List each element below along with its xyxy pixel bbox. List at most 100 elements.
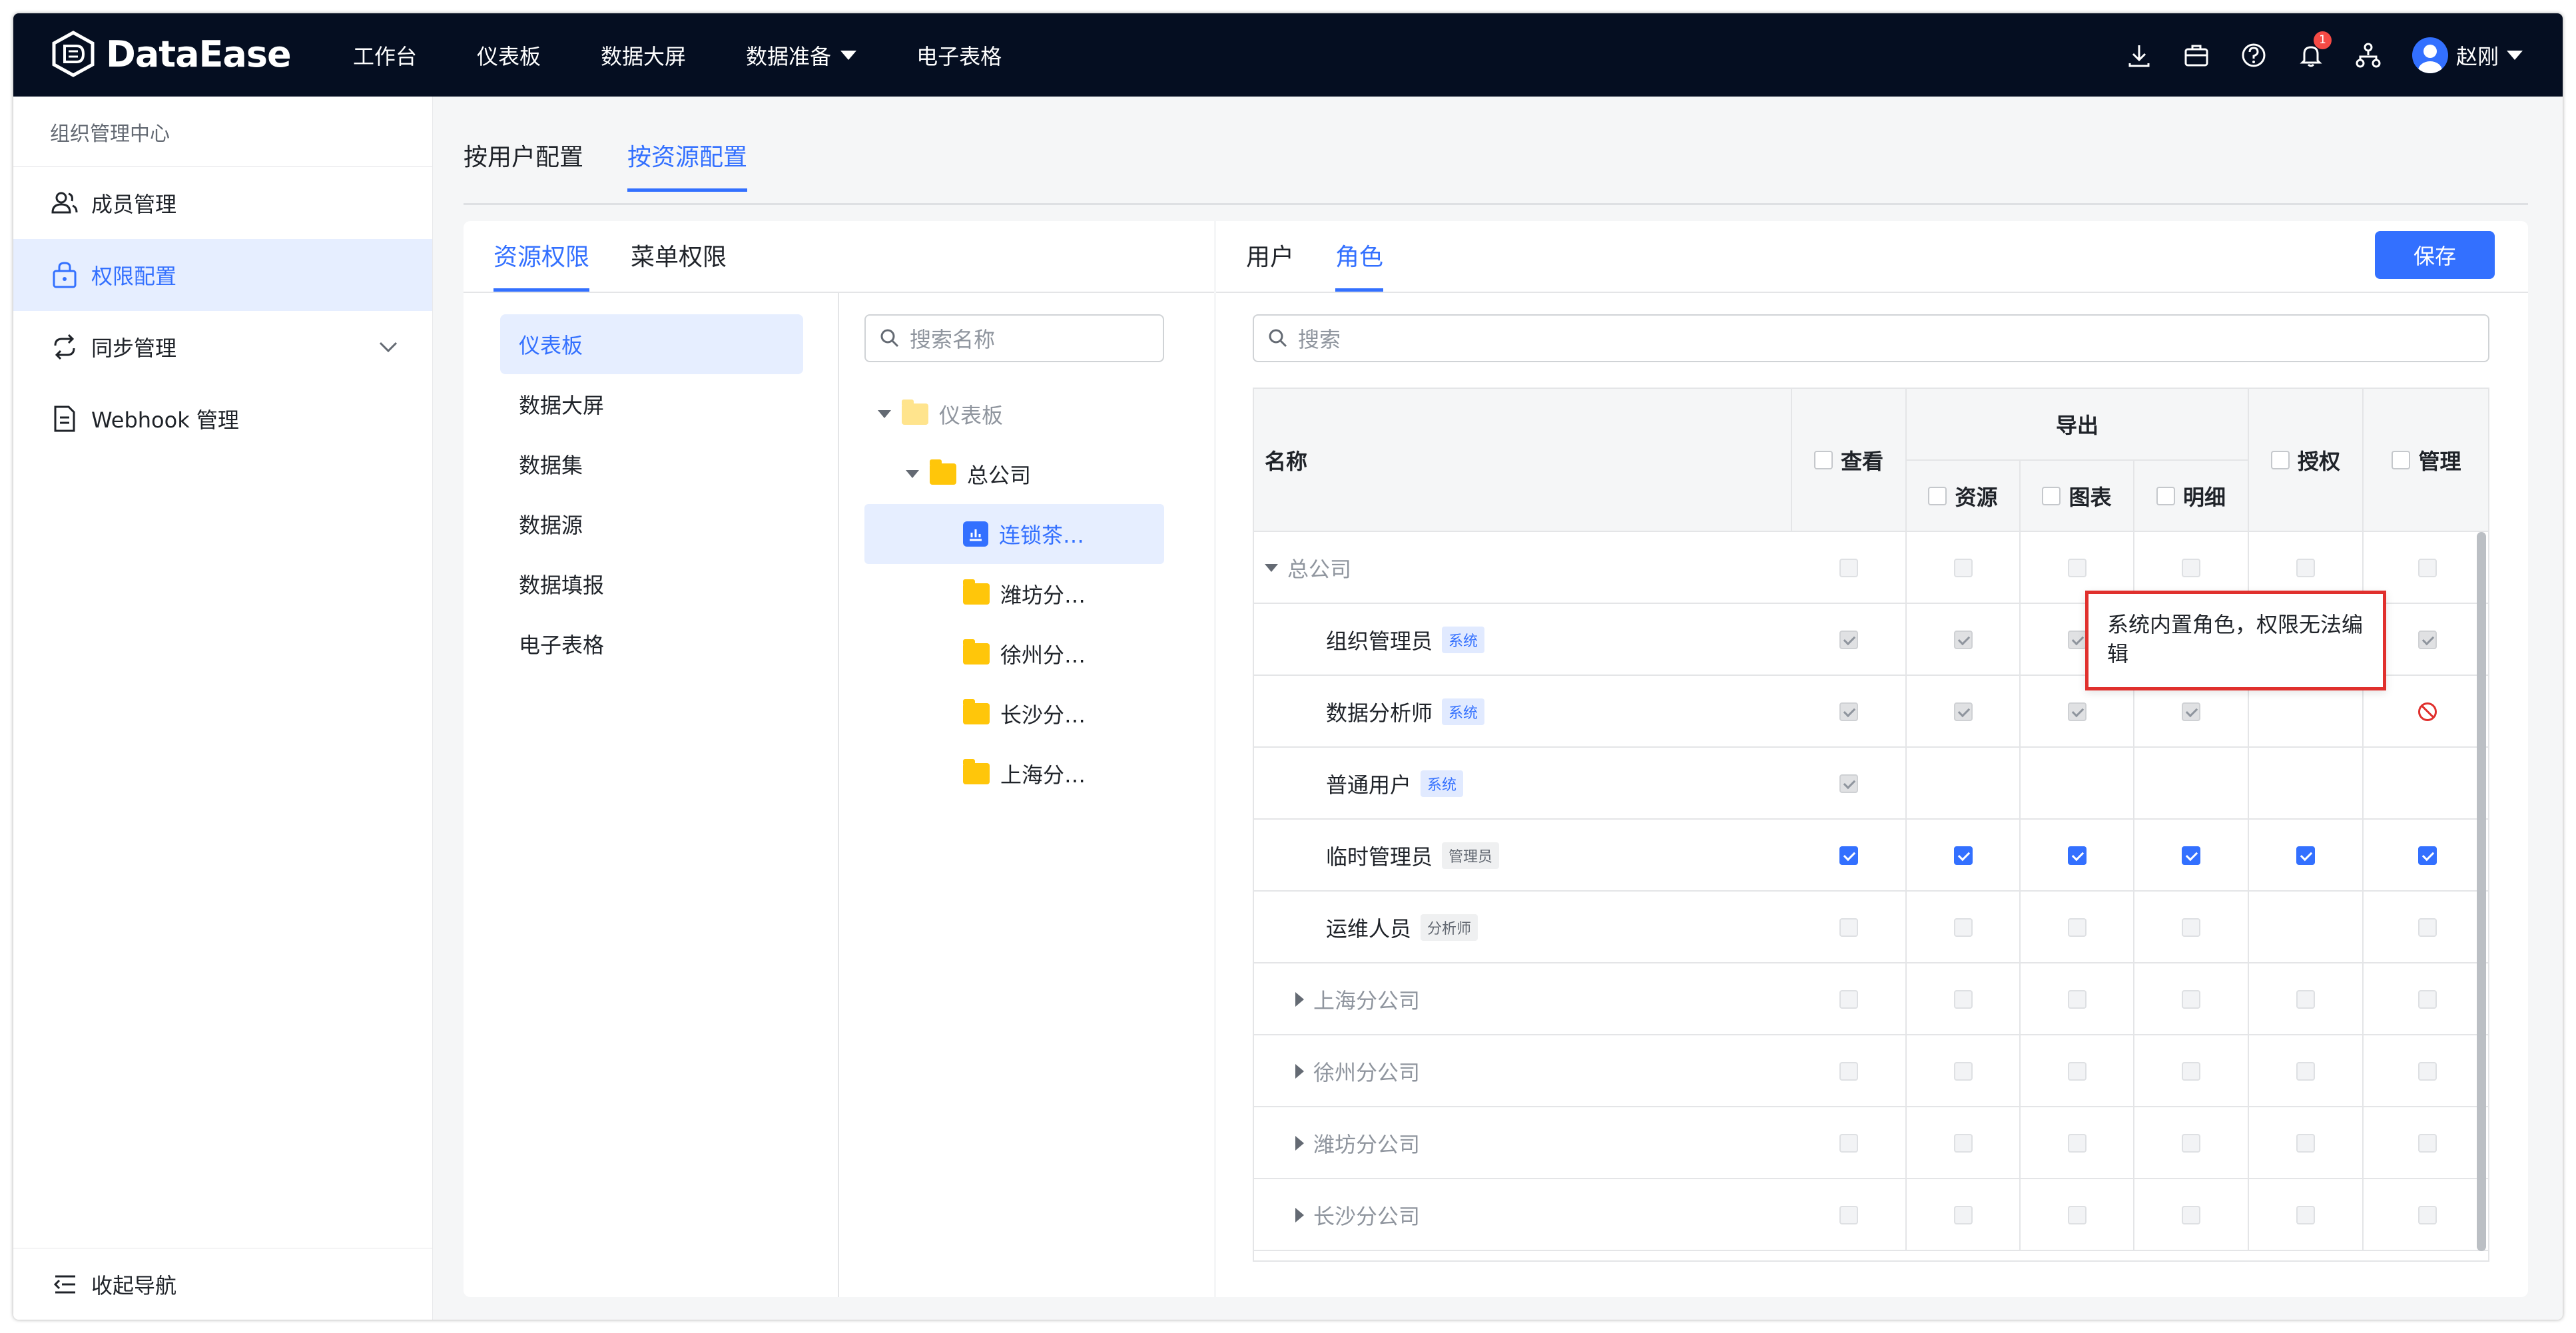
permission-checkbox[interactable] <box>1839 846 1858 865</box>
nav-data-screen[interactable]: 数据大屏 <box>601 40 686 71</box>
permission-checkbox[interactable] <box>2182 990 2200 1009</box>
nav-spreadsheet[interactable]: 电子表格 <box>916 40 1002 71</box>
tab-user[interactable]: 用户 <box>1246 221 1294 292</box>
nav-data-prep[interactable]: 数据准备 <box>746 40 857 71</box>
table-row: 运维人员 分析师 <box>1254 892 2488 963</box>
sidebar-item-sync[interactable]: 同步管理 <box>13 311 432 383</box>
permission-checkbox[interactable] <box>1839 1206 1858 1224</box>
permission-checkbox[interactable] <box>1839 1134 1858 1153</box>
tree-node-xuzhou[interactable]: 徐州分… <box>864 624 1164 684</box>
resource-dashboard[interactable]: 仪表板 <box>500 314 803 374</box>
user-menu[interactable]: 赵刚 <box>2412 37 2523 73</box>
permission-checkbox[interactable] <box>1953 846 1973 865</box>
tree-node-weifang[interactable]: 潍坊分… <box>864 564 1164 624</box>
permission-checkbox[interactable] <box>2296 1134 2315 1153</box>
role-search-input[interactable]: 搜索 <box>1253 314 2489 362</box>
col-header-export-resource[interactable]: 资源 <box>1907 461 2021 532</box>
permission-checkbox[interactable] <box>2067 1062 2087 1081</box>
tree-search-input[interactable]: 搜索名称 <box>864 314 1164 362</box>
export-resource-all-checkbox[interactable] <box>1928 486 1947 505</box>
resource-data-fill[interactable]: 数据填报 <box>500 554 803 614</box>
export-detail-all-checkbox[interactable] <box>2156 486 2175 505</box>
permission-checkbox[interactable] <box>2182 559 2200 577</box>
col-header-export-chart[interactable]: 图表 <box>2021 461 2134 532</box>
briefcase-icon[interactable] <box>2183 42 2210 69</box>
tree-node-changsha[interactable]: 长沙分… <box>864 684 1164 744</box>
resource-datasource[interactable]: 数据源 <box>500 494 803 554</box>
notification-button[interactable]: 1 <box>2298 31 2332 69</box>
permission-checkbox[interactable] <box>2067 559 2087 577</box>
tree-node-hq[interactable]: 总公司 <box>864 444 1164 504</box>
permission-checkbox[interactable] <box>2296 846 2315 865</box>
save-button[interactable]: 保存 <box>2375 231 2495 279</box>
download-icon[interactable] <box>2126 42 2152 69</box>
permission-checkbox[interactable] <box>1953 1206 1973 1224</box>
permission-checkbox[interactable] <box>2417 1206 2437 1224</box>
tab-by-user[interactable]: 按用户配置 <box>464 138 583 192</box>
help-icon[interactable] <box>2240 42 2267 69</box>
permission-checkbox[interactable] <box>2067 990 2087 1009</box>
view-all-checkbox[interactable] <box>1813 450 1833 469</box>
permission-checkbox[interactable] <box>2067 918 2087 937</box>
org-tree-icon[interactable] <box>2355 42 2382 69</box>
resource-dataset[interactable]: 数据集 <box>500 434 803 494</box>
collapsed-arrow-icon[interactable] <box>1295 1136 1304 1151</box>
col-header-manage[interactable]: 管理 <box>2364 389 2488 532</box>
logo[interactable]: DataEase <box>50 30 292 78</box>
permission-checkbox[interactable] <box>2182 1206 2200 1224</box>
expand-arrow-icon[interactable] <box>1265 564 1278 572</box>
tab-role[interactable]: 角色 <box>1335 221 1384 292</box>
permission-checkbox[interactable] <box>2182 1062 2200 1081</box>
permission-checkbox[interactable] <box>2067 1206 2087 1224</box>
resource-data-screen[interactable]: 数据大屏 <box>500 374 803 434</box>
manage-all-checkbox[interactable] <box>2392 450 2411 469</box>
nav-workbench[interactable]: 工作台 <box>353 40 417 71</box>
tab-resource-permission[interactable]: 资源权限 <box>493 221 590 292</box>
permission-checkbox[interactable] <box>2182 1134 2200 1153</box>
permission-checkbox[interactable] <box>2067 1134 2087 1153</box>
tree-node-chain-tea[interactable]: 连锁茶… <box>864 504 1164 564</box>
table-scrollbar[interactable] <box>2477 532 2486 1251</box>
sidebar-item-webhook[interactable]: Webhook 管理 <box>13 383 432 455</box>
permission-checkbox[interactable] <box>1953 990 1973 1009</box>
permission-checkbox[interactable] <box>1953 918 1973 937</box>
permission-checkbox[interactable] <box>2417 846 2437 865</box>
permission-checkbox[interactable] <box>2417 1134 2437 1153</box>
permission-checkbox[interactable] <box>2182 846 2200 865</box>
col-header-export-detail[interactable]: 明细 <box>2134 461 2249 532</box>
permission-checkbox[interactable] <box>2417 559 2437 577</box>
auth-all-checkbox[interactable] <box>2270 450 2290 469</box>
col-header-auth[interactable]: 授权 <box>2249 389 2364 532</box>
permission-checkbox[interactable] <box>2182 918 2200 937</box>
sidebar-item-members[interactable]: 成员管理 <box>13 167 432 239</box>
permission-checkbox[interactable] <box>2417 990 2437 1009</box>
collapsed-arrow-icon[interactable] <box>1295 1064 1304 1079</box>
tree-node-shanghai[interactable]: 上海分… <box>864 744 1164 804</box>
permission-checkbox[interactable] <box>2417 918 2437 937</box>
collapsed-arrow-icon[interactable] <box>1295 992 1304 1007</box>
resource-spreadsheet[interactable]: 电子表格 <box>500 614 803 674</box>
col-header-view[interactable]: 查看 <box>1792 389 1907 532</box>
permission-checkbox[interactable] <box>2296 559 2315 577</box>
permission-checkbox[interactable] <box>1839 559 1858 577</box>
tree-node-root[interactable]: 仪表板 <box>864 384 1164 444</box>
nav-dashboard[interactable]: 仪表板 <box>477 40 541 71</box>
permission-checkbox[interactable] <box>1953 1134 1973 1153</box>
permission-checkbox[interactable] <box>1953 1062 1973 1081</box>
permission-checkbox[interactable] <box>1839 990 1858 1009</box>
collapse-nav-button[interactable]: 收起导航 <box>13 1248 432 1320</box>
permission-checkbox[interactable] <box>2417 1062 2437 1081</box>
permission-checkbox[interactable] <box>1839 1062 1858 1081</box>
export-chart-all-checkbox[interactable] <box>2042 486 2061 505</box>
role-name-cell: 运维人员 分析师 <box>1254 892 1478 963</box>
permission-checkbox[interactable] <box>2067 846 2087 865</box>
permission-checkbox[interactable] <box>1839 918 1858 937</box>
permission-checkbox[interactable] <box>2296 990 2315 1009</box>
collapsed-arrow-icon[interactable] <box>1295 1208 1304 1222</box>
permission-checkbox[interactable] <box>1953 559 1973 577</box>
permission-checkbox[interactable] <box>2296 1206 2315 1224</box>
tab-by-resource[interactable]: 按资源配置 <box>627 138 748 192</box>
tab-menu-permission[interactable]: 菜单权限 <box>631 221 727 292</box>
sidebar-item-permissions[interactable]: 权限配置 <box>13 239 432 311</box>
permission-checkbox[interactable] <box>2296 1062 2315 1081</box>
